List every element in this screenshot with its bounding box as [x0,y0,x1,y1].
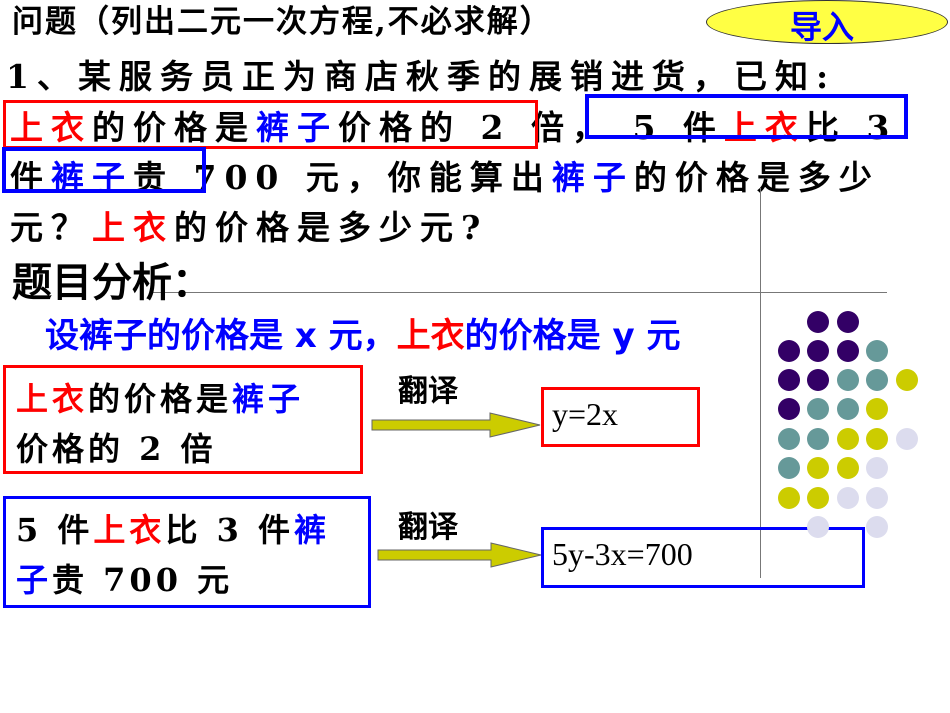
decorative-dot [807,457,829,479]
decorative-dot [866,487,888,509]
condition-box-1: 上衣的价格是裤子 价格的 2 倍 [3,365,363,474]
equation-box-1: y=2x [541,387,700,447]
condition-2-line-2: 子贵 700 元 [16,555,358,605]
decorative-dot [837,457,859,479]
decorative-dot [778,457,800,479]
decorative-dot [866,369,888,391]
text: 比 3 件 [165,511,294,549]
text: 设裤子的价格是 x 元， [45,316,397,356]
decorative-dot [807,340,829,362]
term-jacket: 上衣 [396,316,465,356]
text: 的价格是多少 [633,158,880,197]
term-pants: 子 [16,561,53,599]
term-jacket: 上衣 [93,511,166,549]
analysis-heading: 题目分析： [12,260,212,306]
decorative-dot [807,311,829,333]
problem-line-1: 1、某服务员正为商店秋季的展销进货，已知: [6,57,837,96]
text: 的价格是 y 元 [464,316,681,356]
text: 元？ [10,208,92,247]
term-pants: 裤子 [551,158,634,197]
condition-1-line-2: 价格的 2 倍 [16,430,217,468]
text: 的价格是多少元? [174,208,489,247]
decorative-dot [778,369,800,391]
decorative-dot [778,487,800,509]
text: 5 件 [16,511,94,549]
decorative-dot [778,398,800,420]
problem-line-4: 元？上衣的价格是多少元? [10,206,488,250]
decorative-dot [837,311,859,333]
decorative-dot [837,428,859,450]
horizontal-divider [150,292,887,293]
decorative-dot [837,487,859,509]
term-jacket: 上衣 [92,208,174,247]
decorative-dot [896,369,918,391]
condition-1-line-1: 上衣的价格是裤子 [16,374,350,424]
term-pants: 裤 [294,511,331,549]
decorative-dot [837,398,859,420]
decorative-dot [807,516,829,538]
decorative-dot [778,428,800,450]
decorative-dot [807,487,829,509]
decorative-dot [896,428,918,450]
equation-2: 5y-3x=700 [552,536,693,572]
assumption-line: 设裤子的价格是 x 元，上衣的价格是 y 元 [45,308,680,357]
decorative-dot [807,398,829,420]
text: 的价格是 [88,380,233,418]
decorative-dot [837,340,859,362]
decorative-dot [778,340,800,362]
highlight-box-blue [585,94,908,139]
arrow-right-icon [377,542,542,568]
term-pants: 裤子 [232,380,305,418]
question-title: 问题（列出二元一次方程,不必求解） [12,4,553,40]
intro-badge-label[interactable]: 导入 [790,2,854,48]
decorative-dot [866,457,888,479]
decorative-dot [866,428,888,450]
decorative-dot [807,369,829,391]
translate-label-1: 翻译 [398,374,458,409]
condition-2-line-1: 5 件上衣比 3 件裤 [16,505,358,555]
term-jacket: 上衣 [16,380,89,418]
highlight-box-blue-2 [2,147,206,193]
decorative-dot [866,398,888,420]
decorative-dot [807,428,829,450]
text: 贵 700 元 [52,561,234,599]
vertical-divider [760,188,761,578]
slide: 问题（列出二元一次方程,不必求解） 导入 1、某服务员正为商店秋季的展销进货，已… [0,0,950,713]
decorative-dot [866,516,888,538]
arrow-right-icon [371,412,541,438]
equation-1: y=2x [552,396,619,432]
decorative-dot [837,369,859,391]
highlight-box-red [3,100,538,149]
decorative-dot [866,340,888,362]
condition-box-2: 5 件上衣比 3 件裤 子贵 700 元 [3,496,371,608]
